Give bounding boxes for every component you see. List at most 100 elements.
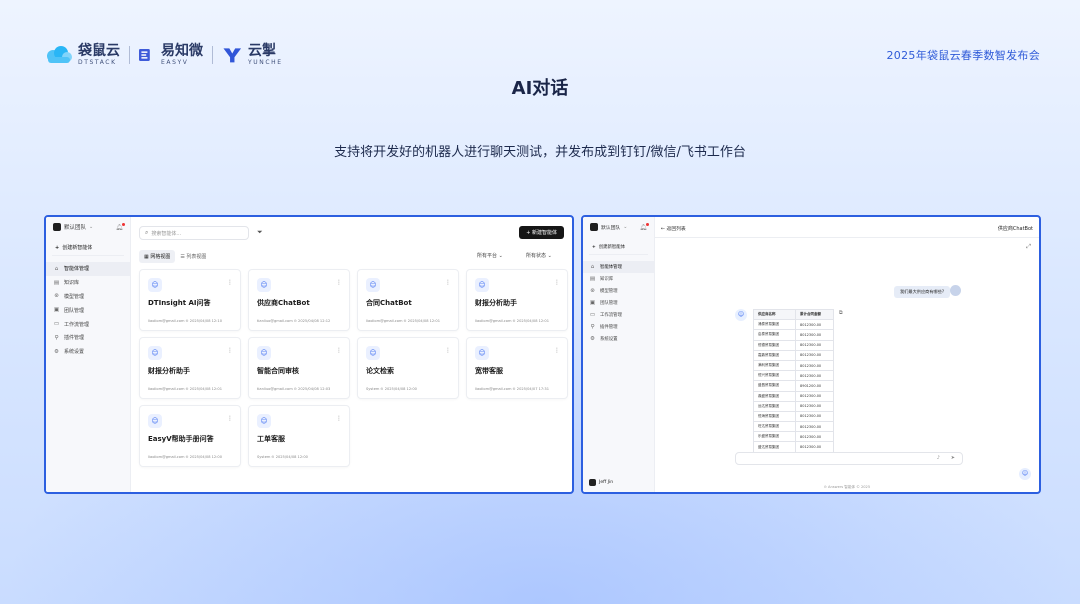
bell-icon[interactable]: 🔔︎ — [115, 222, 125, 231]
agent-name: 财报分析助手 — [148, 367, 190, 375]
table-header-row: 供应商名称 累计合同金额 — [753, 308, 834, 321]
contract-amount: 8012300.00 — [795, 390, 834, 402]
table-row: 旺达贸易集团 8012300.00 — [753, 421, 834, 433]
agent-card[interactable]: ☺ ⋮ 财报分析助手 liaoliom@gmail.com ⊙ 2025/04/08 … — [139, 337, 241, 399]
more-icon[interactable]: ⋮ — [227, 279, 233, 286]
supplier-name: 盛昌贸易集团 — [753, 380, 796, 392]
more-icon[interactable]: ⋮ — [336, 279, 342, 286]
create-agent-button[interactable]: + 创建新智能体 — [52, 240, 124, 256]
sidebar-item-label: 团队管理 — [600, 301, 618, 306]
sidebar-item-plugins[interactable]: ⚲ 插件管理 — [583, 321, 654, 333]
status-filter[interactable]: 所有状态 ⌄ — [526, 252, 552, 259]
avatar — [589, 479, 596, 486]
robot-icon: ☺ — [735, 309, 747, 321]
team-switcher[interactable]: 默认团队 ⌄ 🔔︎ — [583, 217, 654, 237]
agent-meta: liaoliom@gmail.com ⊙ 2025/04/08 12:10 — [148, 319, 222, 323]
more-icon[interactable]: ⋮ — [227, 415, 233, 422]
logo-en: EASYV — [161, 59, 189, 66]
contract-amount: 8012300.00 — [795, 441, 834, 453]
team-switcher[interactable]: 默认团队 ⌄ 🔔︎ — [46, 217, 130, 237]
more-icon[interactable]: ⋮ — [554, 347, 560, 354]
agent-card[interactable]: ☺ ⋮ 工单客服 System ⊙ 2025/04/08 12:00 — [248, 405, 350, 467]
sidebar-item-label: 团队管理 — [64, 307, 85, 314]
assistant-fab-icon[interactable]: ☺ — [1019, 468, 1031, 480]
team-name: 默认团队 — [64, 225, 87, 231]
robot-icon: ☺ — [475, 346, 489, 360]
robot-icon: ☺ — [257, 346, 271, 360]
more-icon[interactable]: ⋮ — [336, 415, 342, 422]
new-agent-button[interactable]: + 新建智能体 — [519, 226, 564, 239]
create-agent-button[interactable]: + 创建新智能体 — [589, 240, 648, 255]
sidebar-item-knowledge[interactable]: ▤ 知识库 — [46, 276, 130, 290]
user-profile[interactable]: Jeff Jin — [589, 479, 613, 486]
agent-card[interactable]: ☺ ⋮ 财报分析助手 liaoliom@gmail.com ⊙ 2025/04/08 … — [466, 269, 568, 331]
sidebar-item-label: 智能体管理 — [64, 266, 90, 273]
search-input[interactable]: ⌕ 搜索智能体... — [139, 226, 249, 240]
copy-icon[interactable]: ⧉ — [839, 310, 843, 316]
sidebar-item-label: 工作流管理 — [600, 313, 622, 318]
contract-amount: 8012300.00 — [795, 400, 834, 412]
list-view-tab[interactable]: ☰ 列表视图 — [175, 250, 211, 263]
agent-meta: tianliuo@gmail.com ⊙ 2025/04/08 12:03 — [257, 387, 331, 391]
back-to-list-link[interactable]: ← 返回列表 — [661, 225, 686, 232]
agent-list-main: ⌕ 搜索智能体... ⏷ + 新建智能体 ▦ 网格视图 ☰ 列表视图 所有平台 … — [131, 217, 572, 492]
grid-view-tab[interactable]: ▦ 网格视图 — [139, 250, 176, 263]
table-row: 启泰贸易集团 8012300.00 — [753, 329, 834, 341]
team-icon — [590, 223, 598, 231]
microphone-icon[interactable]: ♪ — [937, 455, 940, 461]
supplier-name: 涌泰贸易集团 — [753, 319, 796, 331]
supplier-name: 嘉鼎贸易集团 — [753, 349, 796, 361]
more-icon[interactable]: ⋮ — [554, 279, 560, 286]
more-icon[interactable]: ⋮ — [227, 347, 233, 354]
more-icon[interactable]: ⋮ — [445, 347, 451, 354]
robot-icon: ⌂ — [590, 264, 595, 270]
sidebar-item-agents[interactable]: ⌂ 智能体管理 — [583, 261, 654, 273]
agent-card[interactable]: ☺ ⋮ 论文检索 System ⊙ 2025/04/08 12:00 — [357, 337, 459, 399]
page-subtitle: 支持将开发好的机器人进行聊天测试，并发布成到钉钉/微信/飞书工作台 — [334, 145, 746, 160]
create-agent-label: 创建新智能体 — [598, 245, 626, 250]
sidebar-item-team[interactable]: ▣ 团队管理 — [46, 303, 130, 317]
chat-main: ← 返回列表 供应商ChatBot ⤢ 我们最大供应商有哪些? ☺ ⧉ 供应商名… — [655, 217, 1039, 492]
platform-filter[interactable]: 所有平台 ⌄ — [477, 252, 503, 259]
agent-card[interactable]: ☺ ⋮ 智能合同审核 tianliuo@gmail.com ⊙ 2025/04/08 … — [248, 337, 350, 399]
contract-amount: 8012300.00 — [795, 339, 834, 351]
agent-card[interactable]: ☺ ⋮ 宽带客服 liaoliom@gmail.com ⊙ 2025/04/07 17… — [466, 337, 568, 399]
sidebar-item-plugins[interactable]: ⚲ 插件管理 — [46, 331, 130, 345]
search-icon: ⌕ — [145, 229, 149, 236]
bell-icon[interactable]: 🔔︎ — [639, 222, 649, 231]
agent-name: EasyV帮助手册问答 — [148, 435, 214, 443]
agent-card[interactable]: ☺ ⋮ 合同ChatBot liaoliom@gmail.com ⊙ 2025/04/… — [357, 269, 459, 331]
team-icon: ▣ — [589, 300, 596, 306]
filter-icon[interactable]: ⏷ — [257, 228, 263, 237]
sidebar-item-workflow[interactable]: ▭ 工作流管理 — [46, 317, 130, 331]
sidebar-item-models[interactable]: ⊛ 模型管理 — [46, 290, 130, 304]
contract-amount: 8012300.00 — [795, 431, 834, 443]
more-icon[interactable]: ⋮ — [445, 279, 451, 286]
sidebar-item-models[interactable]: ⊛ 模型管理 — [583, 285, 654, 297]
agent-card[interactable]: ☺ ⋮ DTInsight AI问答 liaoliom@gmail.com ⊙ 202… — [139, 269, 241, 331]
send-icon[interactable]: ➤ — [951, 455, 955, 461]
chat-input[interactable]: ♪ ➤ — [735, 452, 963, 465]
contract-amount: 8012300.00 — [795, 370, 834, 382]
footer-note: ⊙ Answers 智能体 © 2025 — [823, 485, 871, 489]
sidebar-item-agents[interactable]: ⌂ 智能体管理 — [46, 262, 130, 276]
sidebar-item-knowledge[interactable]: ▤ 知识库 — [583, 273, 654, 285]
agent-meta: liaoliom@gmail.com ⊙ 2025/04/08 12:00 — [148, 455, 222, 459]
more-icon[interactable]: ⋮ — [336, 347, 342, 354]
logo-cn: 袋鼠云 — [78, 43, 120, 59]
agent-meta: liaoliom@gmail.com ⊙ 2025/04/07 17:31 — [475, 387, 549, 391]
agent-card[interactable]: ☺ ⋮ 供应商ChatBot tianliuo@gmail.com ⊙ 2025/04… — [248, 269, 350, 331]
robot-icon: ☺ — [148, 414, 162, 428]
sidebar-item-team[interactable]: ▣ 团队管理 — [583, 297, 654, 309]
table-row: 满利贸易集团 8012300.00 — [753, 359, 834, 372]
expand-icon[interactable]: ⤢ — [1026, 243, 1031, 251]
contract-amount: 8012300.00 — [795, 329, 834, 341]
sidebar: 默认团队 ⌄ 🔔︎ + 创建新智能体 ⌂ 智能体管理 ▤ 知识库 ⊛ 模型管理 ▣ 团队管… — [46, 217, 131, 492]
sidebar-item-workflow[interactable]: ▭ 工作流管理 — [583, 309, 654, 321]
database-icon: ▤ — [589, 276, 596, 282]
sidebar-item-settings[interactable]: ⚙ 系统设置 — [583, 333, 654, 345]
create-agent-label: 创建新智能体 — [62, 245, 93, 251]
sidebar-item-settings[interactable]: ⚙ 系统设置 — [46, 345, 130, 359]
agent-name: 供应商ChatBot — [257, 299, 310, 307]
agent-card[interactable]: ☺ ⋮ EasyV帮助手册问答 liaoliom@gmail.com ⊙ 2025/0… — [139, 405, 241, 467]
